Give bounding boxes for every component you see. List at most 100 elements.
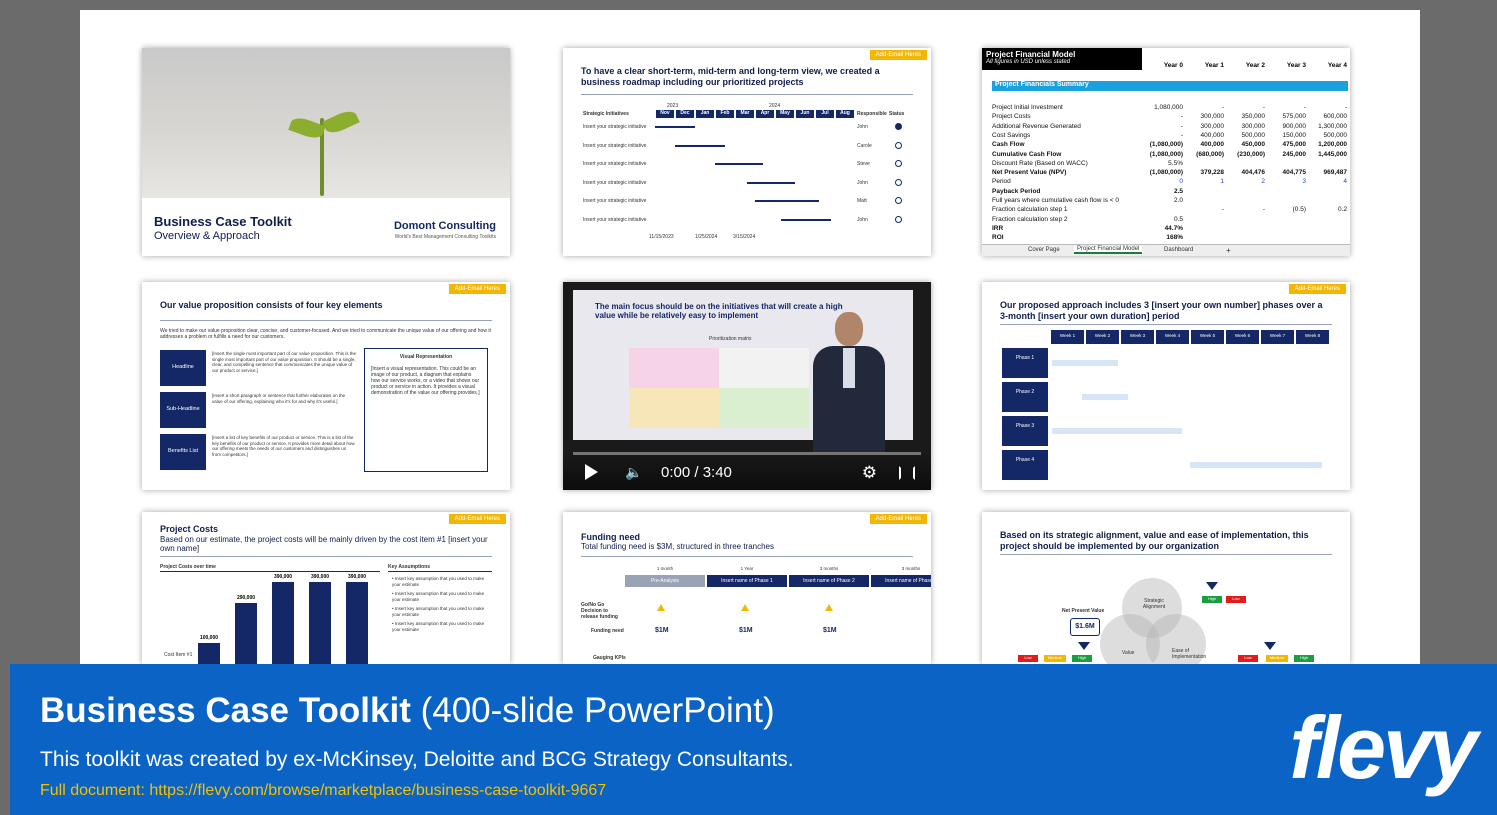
slide-thumbnail-value-proposition[interactable]: Add-Email Heres Our value proposition co… xyxy=(142,282,510,490)
initiative-label: Insert your strategic initiative xyxy=(583,179,647,186)
slide-thumbnail-roadmap[interactable]: Add-Email Heres To have a clear short-te… xyxy=(563,48,931,256)
chart-title: Project Costs over time xyxy=(160,564,216,570)
row-value xyxy=(1183,225,1224,234)
milestone-date-2: 1/25/2024 xyxy=(695,234,718,240)
flevy-logo[interactable]: flevy xyxy=(1289,704,1478,792)
sheet-tab-cover[interactable]: Cover Page xyxy=(1028,247,1060,253)
owner-label: John xyxy=(857,216,868,223)
row-value xyxy=(1183,216,1224,225)
slide-thumbnail-cover[interactable]: Business Case Toolkit Overview & Approac… xyxy=(142,48,510,256)
year-header: Year 1 xyxy=(1204,62,1224,69)
row-value: - xyxy=(1303,104,1306,111)
add-sheet-button[interactable]: + xyxy=(1226,246,1231,255)
row-value xyxy=(1265,225,1306,234)
divider xyxy=(1000,554,1332,555)
stage-duration: 1 Year xyxy=(740,566,754,571)
matrix-cell xyxy=(629,388,719,428)
row-value xyxy=(1306,188,1347,197)
slide-thumbnail-financial-model[interactable]: Project Financial Model All figures in U… xyxy=(982,48,1350,256)
presenter xyxy=(803,312,893,452)
fullscreen-icon[interactable] xyxy=(899,466,915,480)
npv-label: Net Present Value xyxy=(1062,608,1105,614)
sheet-title: Project Financial Model xyxy=(986,50,1076,59)
row-value: 500,000 xyxy=(1323,131,1348,139)
cost-row-label: Cost Item #1 xyxy=(164,652,193,658)
row-value: 404,775 xyxy=(1282,169,1307,177)
row-value xyxy=(1183,197,1224,206)
venn-label-value: Value xyxy=(1122,650,1135,656)
funding-amount: $1M xyxy=(739,627,753,634)
level-medium: Medium xyxy=(1044,655,1066,662)
sheet-tabs: Cover Page Project Financial Model Dashb… xyxy=(982,244,1350,256)
slide-thumbnail-project-costs[interactable]: Add-Email Heres Project Costs Based on o… xyxy=(142,512,510,664)
arrow-down-icon xyxy=(1078,642,1090,650)
progress-track[interactable] xyxy=(573,452,921,455)
sheet-tab-dashboard[interactable]: Dashboard xyxy=(1164,247,1193,253)
row-value xyxy=(1306,225,1347,234)
phase-arrow xyxy=(1082,394,1128,400)
level-high: High xyxy=(1294,655,1314,662)
month-header: May xyxy=(776,110,794,118)
gantt-bar xyxy=(747,181,795,184)
cover-title-band: Business Case Toolkit Overview & Approac… xyxy=(142,198,510,256)
row-value xyxy=(1265,188,1306,197)
settings-icon[interactable]: ⚙ xyxy=(862,463,877,483)
financial-row: Payback Period 2.5 xyxy=(992,188,1348,197)
level-low: Low xyxy=(1018,655,1038,662)
gantt-bar xyxy=(755,200,819,202)
vp-label: Benefits List xyxy=(160,434,206,470)
row-label: Cash Flow xyxy=(992,141,1025,149)
matrix-title: Prioritization matrix xyxy=(709,336,752,342)
row-value xyxy=(1265,216,1306,225)
footer-banner: Business Case Toolkit (400-slide PowerPo… xyxy=(10,664,1497,815)
play-icon[interactable] xyxy=(585,464,598,480)
assumption-item: • Insert key assumption that you used to… xyxy=(392,576,485,587)
matrix-cell xyxy=(629,348,719,388)
visual-box: Visual Representation [Insert a visual r… xyxy=(364,348,488,472)
footer-title: Business Case Toolkit (400-slide PowerPo… xyxy=(40,690,775,732)
financial-row: Project Costs - 300,000 350,000 575,000 600,0… xyxy=(992,113,1348,122)
phase-arrow xyxy=(1190,462,1322,468)
row-value: - xyxy=(1180,131,1183,139)
slide-thumbnail-recommendation[interactable]: Based on its strategic alignment, value … xyxy=(982,512,1350,664)
slide-thumbnail-funding-need[interactable]: Add-Email Heres Funding need Total fundi… xyxy=(563,512,931,664)
sheet-header: Project Financial Model All figures in U… xyxy=(982,48,1142,70)
week-headers: Week 1 Week 2 Week 3 Week 4 Week 5 Week 6 Week… xyxy=(1050,330,1330,344)
year-header: Year 3 xyxy=(1286,62,1306,69)
footer-title-bold: Business Case Toolkit xyxy=(40,691,411,730)
email-tag: Add-Email Heres xyxy=(448,514,506,524)
financial-row: IRR 44.7% xyxy=(992,225,1348,234)
row-label: Full years where cumulative cash flow is… xyxy=(992,197,1119,204)
week-header: Week 7 xyxy=(1261,330,1294,344)
sheet-tab-financial-model[interactable]: Project Financial Model xyxy=(1074,246,1143,254)
row-value: 168% xyxy=(1166,234,1183,242)
phase-arrow xyxy=(1052,428,1182,434)
row-value: 379,228 xyxy=(1200,169,1225,177)
row-value: 44.7% xyxy=(1164,224,1183,232)
divider xyxy=(1000,324,1332,325)
venn-label-ease: Ease of Implementation xyxy=(1172,648,1207,660)
assumption-item: • Insert key assumption that you used to… xyxy=(392,621,485,632)
status-icon xyxy=(895,215,902,223)
row-value xyxy=(1306,197,1347,206)
row-label: Fraction calculation step 2 xyxy=(992,215,1068,223)
row-value: (0.5) xyxy=(1292,206,1306,214)
row-value: 0.5 xyxy=(1173,215,1183,223)
row-value xyxy=(1224,160,1265,169)
owner-label: Matt xyxy=(857,198,867,204)
row-gauging-kpis: Gauging KPIs xyxy=(593,655,626,661)
slide-thumbnail-approach[interactable]: Add-Email Heres Our proposed approach in… xyxy=(982,282,1350,490)
row-value xyxy=(1224,234,1265,243)
row-value: 500,000 xyxy=(1241,131,1266,139)
divider xyxy=(581,556,913,557)
video-player[interactable]: The main focus should be on the initiati… xyxy=(563,282,931,490)
row-value xyxy=(1224,225,1265,234)
video-time: 0:00 / 3:40 xyxy=(661,464,732,481)
footer-link[interactable]: Full document: https://flevy.com/browse/… xyxy=(40,782,606,800)
volume-icon[interactable]: 🔈 xyxy=(625,464,642,481)
year-header: Year 2 xyxy=(1245,62,1265,69)
status-icon xyxy=(895,141,902,149)
row-value: 300,000 xyxy=(1200,113,1225,121)
status-icon xyxy=(895,123,902,130)
email-tag: Add-Email Heres xyxy=(1288,284,1346,294)
